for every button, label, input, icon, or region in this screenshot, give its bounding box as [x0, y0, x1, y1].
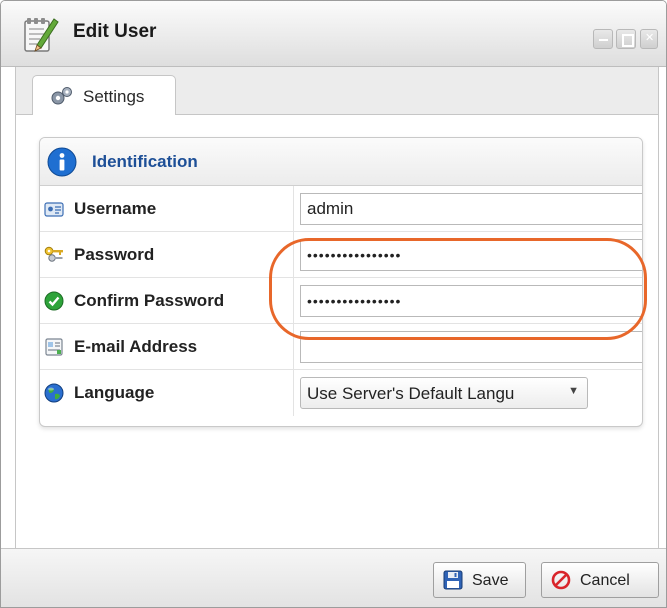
language-select-value: Use Server's Default Langu: [307, 384, 515, 403]
password-input[interactable]: [300, 239, 642, 271]
cancel-button-label: Cancel: [580, 572, 630, 589]
maximize-button[interactable]: [616, 29, 636, 49]
tab-settings-label: Settings: [83, 87, 145, 106]
minimize-button[interactable]: [593, 29, 613, 49]
language-label: Language: [74, 383, 155, 402]
close-button[interactable]: [640, 29, 658, 49]
password-label: Password: [74, 245, 155, 264]
email-label: E-mail Address: [74, 337, 198, 356]
panel-header[interactable]: Identification: [40, 138, 642, 186]
confirm-password-row: Confirm Password: [40, 278, 642, 324]
confirm-password-label: Confirm Password: [74, 291, 225, 310]
cancel-button[interactable]: Cancel: [541, 562, 659, 598]
email-input[interactable]: [300, 331, 642, 363]
language-select[interactable]: Use Server's Default Langu ▼: [300, 377, 588, 409]
floppy-disk-icon: [443, 570, 463, 590]
email-row: E-mail Address: [40, 324, 642, 370]
edit-notepad-icon: [24, 18, 59, 52]
username-input[interactable]: [300, 193, 642, 225]
identification-panel: Identification Username admin Password •…: [39, 137, 643, 427]
edit-user-window: Edit User Settings Identification: [0, 0, 667, 608]
username-row: Username: [40, 186, 642, 232]
gears-icon: [51, 87, 72, 105]
save-button[interactable]: Save: [433, 562, 526, 598]
tab-bar: Settings: [15, 67, 659, 116]
password-row: Password: [40, 232, 642, 278]
keys-icon: [44, 246, 63, 262]
cancel-icon: [551, 570, 571, 590]
chevron-down-icon: ▼: [568, 385, 579, 397]
username-label: Username: [74, 199, 157, 218]
confirm-password-input[interactable]: [300, 285, 642, 317]
tab-content: Identification Username admin Password •…: [15, 115, 659, 548]
address-card-icon: [45, 338, 63, 356]
window-footer: Save Cancel: [1, 548, 666, 607]
window-titlebar[interactable]: Edit User: [1, 1, 666, 67]
panel-title: Identification: [92, 152, 198, 171]
globe-icon: [44, 383, 64, 403]
id-card-icon: [44, 202, 64, 217]
checkmark-icon: [44, 291, 64, 311]
save-button-label: Save: [472, 572, 509, 589]
tab-settings[interactable]: Settings: [32, 75, 176, 116]
info-icon: [47, 147, 77, 177]
language-row: Language Use Server's Default Langu ▼: [40, 370, 642, 416]
window-title: Edit User: [73, 21, 157, 42]
